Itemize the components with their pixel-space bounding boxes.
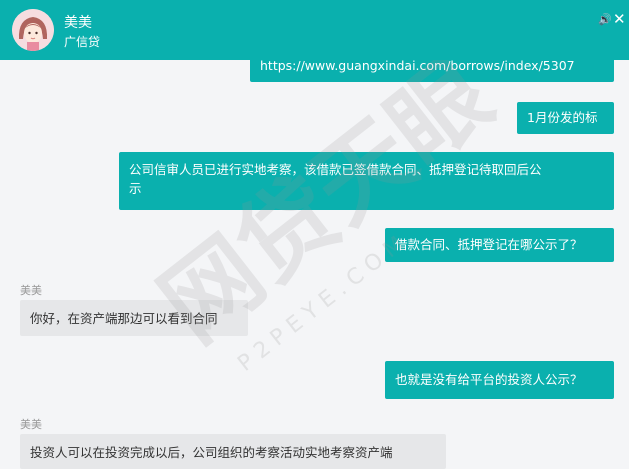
message-text: 借款合同、抵押登记在哪公示了？ bbox=[395, 237, 583, 252]
contact-subtitle: 广信贷 bbox=[64, 35, 101, 49]
message-bubble-outgoing: 也就是没有给平台的投资人公示？ bbox=[385, 361, 614, 399]
message-bubble-outgoing: 1月份发的标 bbox=[517, 102, 614, 134]
message-text: 1月份发的标 bbox=[527, 110, 598, 125]
message-bubble-incoming: 你好，在资产端那边可以看到合同 bbox=[20, 300, 248, 336]
avatar bbox=[12, 9, 54, 51]
message-text-line: 示 bbox=[129, 181, 142, 196]
message-list: https://www.guangxindai.com/borrows/inde… bbox=[0, 0, 629, 469]
close-icon[interactable]: ✕ bbox=[613, 10, 626, 28]
sender-name: 美美 bbox=[20, 418, 42, 431]
message-text: 也就是没有给平台的投资人公示？ bbox=[395, 372, 583, 387]
message-bubble-incoming: 投资人可以在投资完成以后，公司组织的考察活动实地考察资产端 bbox=[20, 434, 446, 469]
message-bubble-outgoing: 借款合同、抵押登记在哪公示了？ bbox=[385, 228, 614, 262]
message-bubble-outgoing: 公司信审人员已进行实地考察，该借款已签借款合同、抵押登记待取回后公 示 bbox=[119, 152, 614, 210]
message-text: 你好，在资产端那边可以看到合同 bbox=[30, 311, 218, 326]
message-text: 投资人可以在投资完成以后，公司组织的考察活动实地考察资产端 bbox=[30, 445, 393, 460]
sender-name: 美美 bbox=[20, 284, 42, 297]
message-text: https://www.guangxindai.com/borrows/inde… bbox=[260, 58, 575, 73]
contact-name: 美美 bbox=[64, 15, 92, 31]
message-text-line: 公司信审人员已进行实地考察，该借款已签借款合同、抵押登记待取回后公 bbox=[129, 162, 542, 177]
speaker-icon[interactable]: 🔊 bbox=[598, 13, 612, 26]
chat-header: 美美 广信贷 🔊 ✕ bbox=[0, 0, 629, 60]
